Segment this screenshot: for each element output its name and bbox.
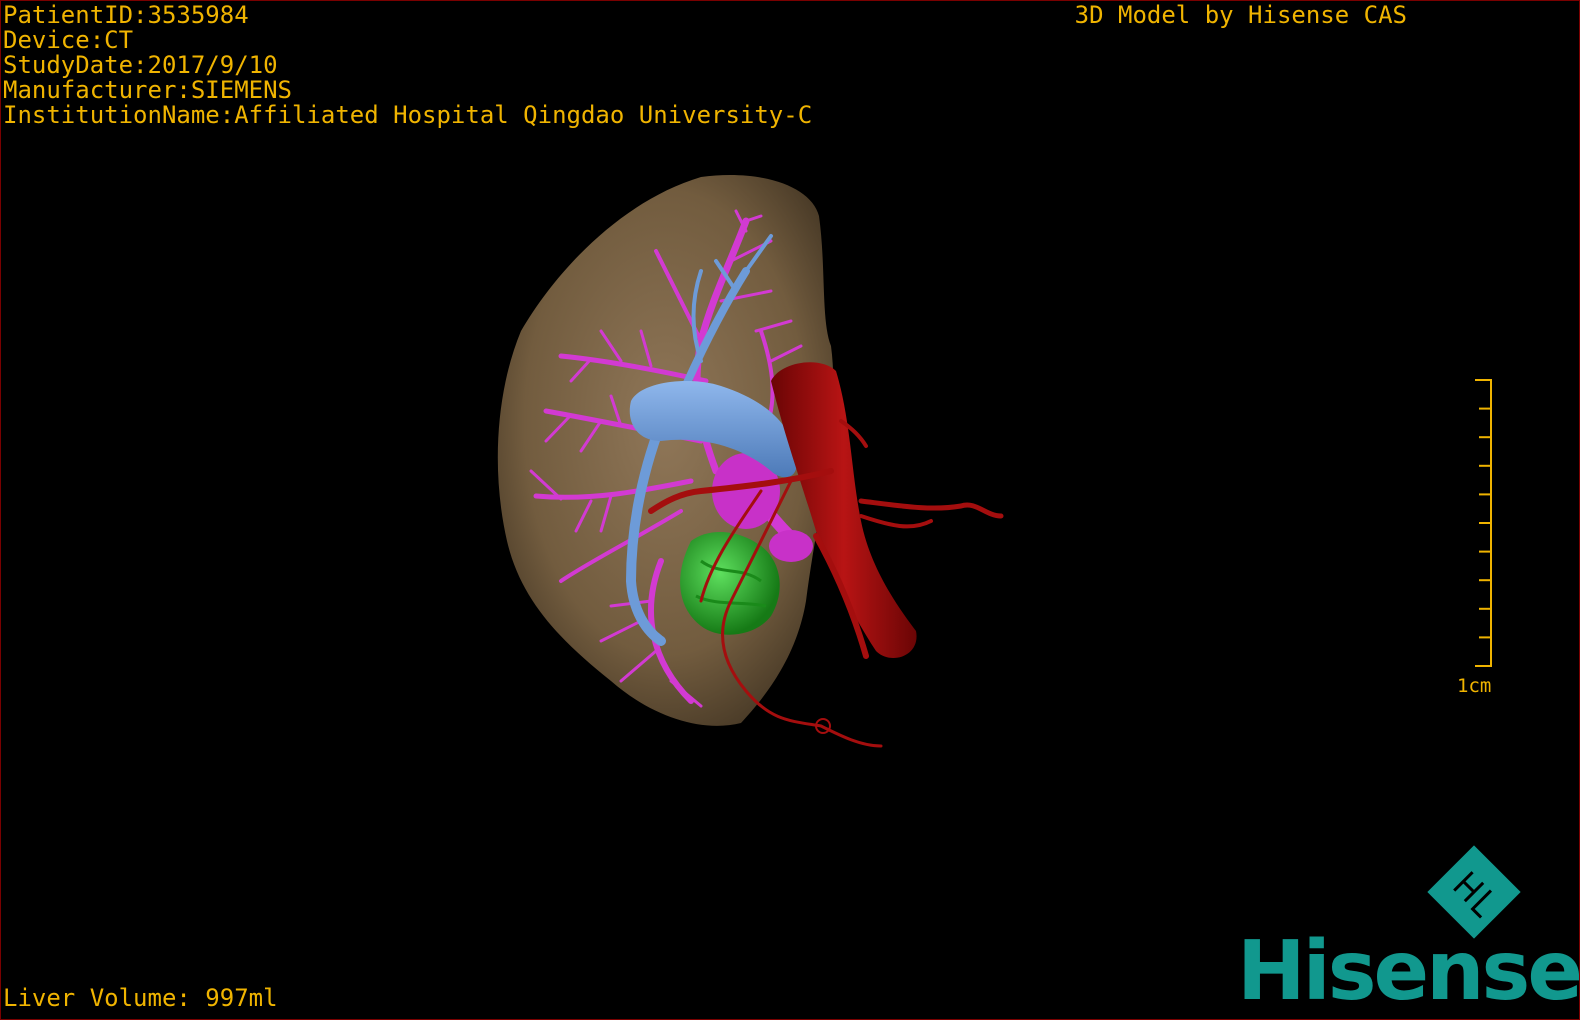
liver-volume: Liver Volume: 997ml — [3, 984, 278, 1012]
patient-id: PatientID:3535984 — [3, 1, 249, 29]
study-metadata: PatientID:3535984 Device:CT StudyDate:20… — [3, 3, 812, 128]
institution-name: InstitutionName:Affiliated Hospital Qing… — [3, 101, 813, 129]
scale-bar-label: 1cm — [1457, 675, 1492, 697]
scale-bar — [1475, 379, 1492, 667]
portal-vein-confluence — [769, 530, 813, 562]
3d-viewport[interactable]: PatientID:3535984 Device:CT StudyDate:20… — [0, 0, 1580, 1020]
model-caption: 3D Model by Hisense CAS — [1074, 1, 1407, 29]
liver-3d-model[interactable] — [1, 1, 1579, 1019]
hisense-logo-text: Hisense — [1237, 924, 1580, 1019]
device: Device:CT — [3, 26, 134, 54]
study-date: StudyDate:2017/9/10 — [3, 51, 278, 79]
manufacturer: Manufacturer:SIEMENS — [3, 76, 292, 104]
